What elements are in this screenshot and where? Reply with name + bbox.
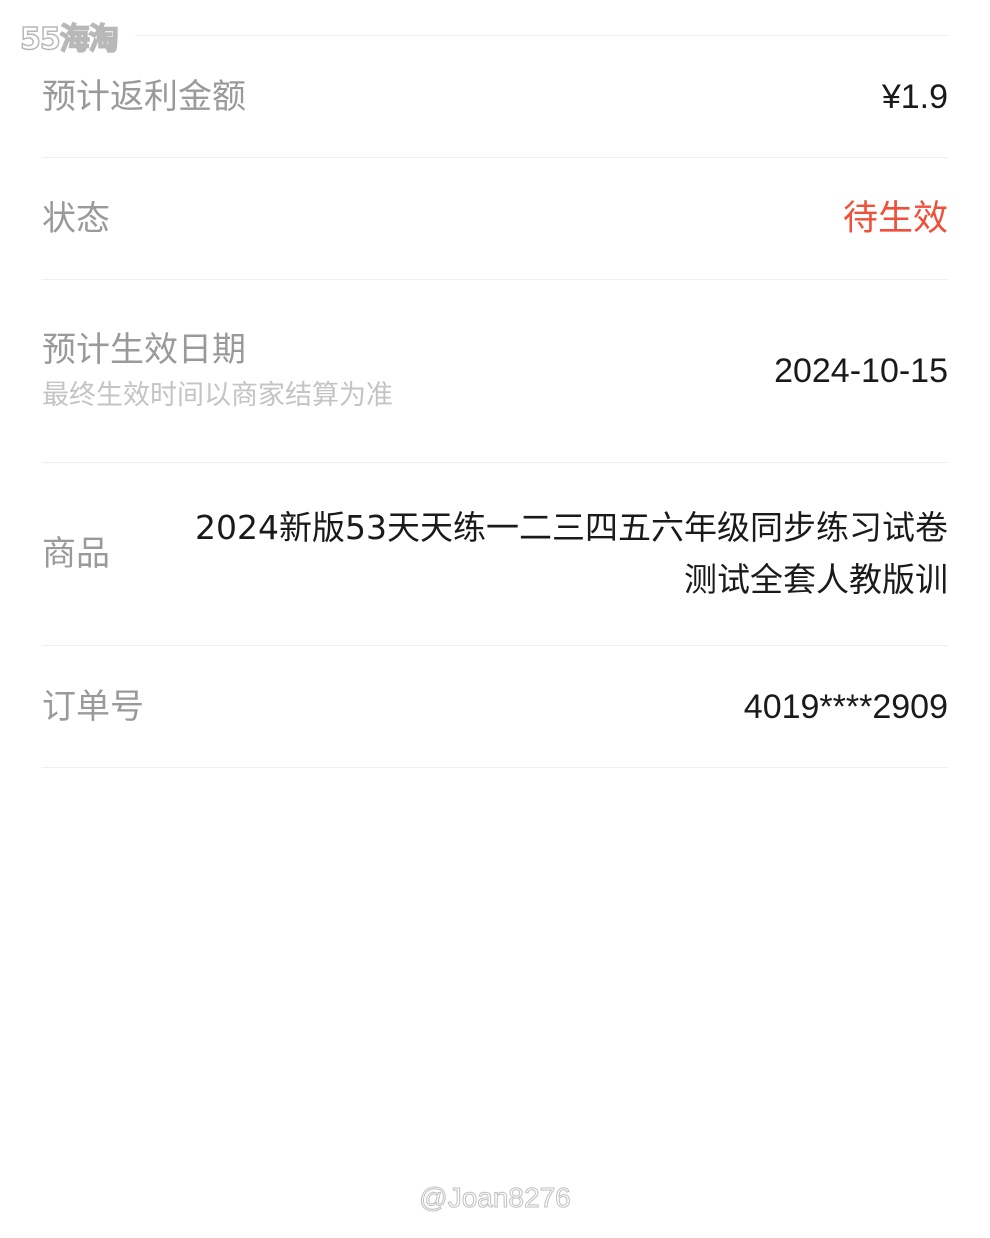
order-detail-list: 预计返利金额 ¥1.9 状态 待生效 预计生效日期 最终生效时间以商家结算为准 … bbox=[42, 36, 948, 768]
product-label: 商品 bbox=[42, 534, 110, 574]
order-number-row: 订单号 4019****2909 bbox=[42, 646, 948, 768]
order-number-label: 订单号 bbox=[42, 686, 144, 727]
effective-date-row: 预计生效日期 最终生效时间以商家结算为准 2024-10-15 bbox=[42, 280, 948, 463]
order-number-value[interactable]: 4019****2909 bbox=[744, 685, 948, 729]
effective-date-note: 最终生效时间以商家结算为准 bbox=[42, 380, 393, 411]
effective-date-label: 预计生效日期 bbox=[42, 330, 246, 370]
rebate-amount-row: 预计返利金额 ¥1.9 bbox=[42, 36, 948, 158]
rebate-amount-label: 预计返利金额 bbox=[42, 76, 246, 117]
effective-date-value: 2024-10-15 bbox=[774, 352, 948, 390]
effective-date-label-block: 预计生效日期 最终生效时间以商家结算为准 bbox=[42, 328, 393, 414]
rebate-amount-value: ¥1.9 bbox=[881, 77, 948, 116]
product-row[interactable]: 商品 2024新版53天天练一二三四五六年级同步练习试卷测试全套人教版训 bbox=[42, 463, 948, 646]
watermark-username: @Joan8276 bbox=[419, 1182, 571, 1214]
product-name[interactable]: 2024新版53天天练一二三四五六年级同步练习试卷测试全套人教版训 bbox=[178, 502, 948, 606]
status-label: 状态 bbox=[42, 198, 110, 239]
status-value: 待生效 bbox=[842, 198, 948, 239]
status-row: 状态 待生效 bbox=[42, 158, 948, 280]
